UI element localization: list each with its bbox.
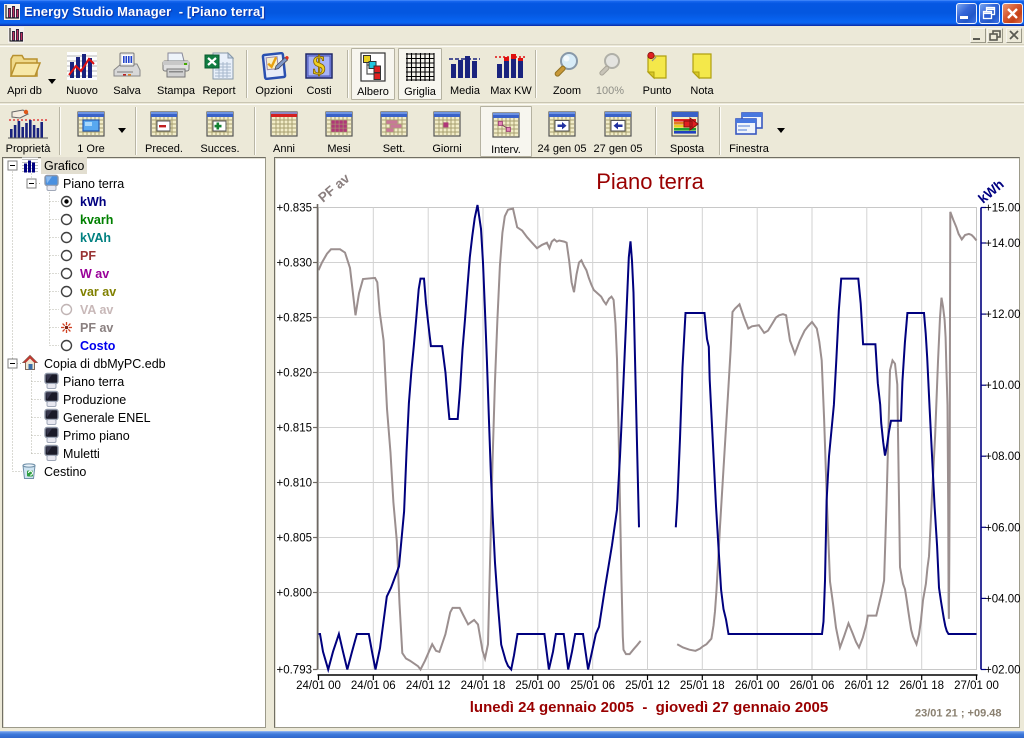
svg-text:$: $ (313, 52, 326, 80)
